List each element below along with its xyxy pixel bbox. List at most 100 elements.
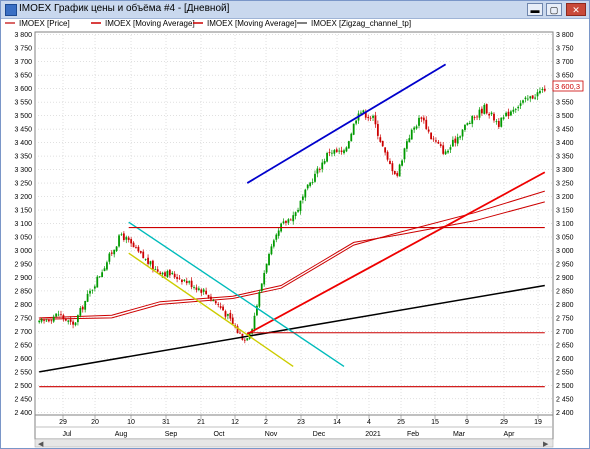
candle-body [144, 259, 147, 260]
candle-body [40, 319, 43, 322]
candle-body [161, 272, 164, 275]
y-tick-label-right: 3 250 [556, 181, 574, 188]
candle-body [415, 126, 418, 129]
candle-body [384, 147, 387, 153]
x-month-label: Oct [214, 431, 225, 438]
y-tick-label-left: 2 400 [14, 410, 32, 417]
candle-body [282, 221, 285, 224]
y-tick-label-left: 2 500 [14, 383, 32, 390]
minimize-button[interactable]: ▬ [527, 3, 543, 16]
candle-body [502, 117, 505, 119]
candle-body [468, 122, 471, 124]
candle-body [205, 290, 208, 295]
legend-label-zigzag: IMOEX [Zigzag_channel_tp] [311, 19, 411, 28]
candle-body [106, 262, 108, 270]
candle-body [471, 115, 474, 124]
candle-body [485, 104, 488, 114]
candle-body [478, 109, 481, 118]
y-tick-label-right: 2 650 [556, 342, 574, 349]
candle-body [265, 263, 268, 273]
y-tick-label-right: 2 750 [556, 315, 574, 322]
scroll-right-arrow[interactable]: ▶ [543, 441, 549, 448]
candle-body [57, 314, 60, 316]
candle-body [253, 315, 256, 330]
candle-body [127, 237, 130, 241]
y-tick-label-right: 2 900 [556, 275, 574, 282]
candle-body [360, 112, 362, 114]
y-tick-label-left: 3 000 [14, 248, 32, 255]
candle-body [77, 315, 79, 323]
candle-body [408, 138, 411, 143]
candle-body [149, 261, 152, 265]
price-chart[interactable]: IMOEX [Price] IMOEX [Moving Average] IMO… [1, 19, 589, 448]
candle-body [263, 272, 266, 285]
candle-body [89, 290, 91, 294]
y-tick-label-right: 3 650 [556, 73, 574, 80]
y-tick-label-left: 3 750 [14, 46, 32, 53]
candle-body [260, 283, 263, 292]
candle-body [316, 168, 319, 174]
x-day-label: 23 [297, 419, 305, 426]
candle-body [461, 129, 464, 137]
candle-body [386, 151, 389, 160]
candle-body [168, 269, 171, 276]
candle-body [164, 272, 166, 277]
candle-body [444, 151, 447, 155]
candle-body [372, 115, 374, 118]
candle-body [115, 246, 118, 252]
candle-body [451, 139, 454, 147]
x-day-label: 15 [431, 419, 439, 426]
y-tick-label-right: 3 000 [556, 248, 574, 255]
candle-body [84, 301, 87, 310]
candle-body [347, 141, 350, 149]
candle-body [524, 97, 527, 100]
candle-body [490, 112, 493, 115]
candle-body [398, 164, 401, 177]
candle-body [212, 300, 215, 302]
candle-body [301, 196, 304, 200]
horizontal-scrollbar[interactable] [34, 438, 554, 448]
maximize-button[interactable]: ▢ [546, 3, 562, 16]
candle-body [156, 269, 159, 272]
scroll-left-arrow[interactable]: ◀ [38, 441, 44, 448]
candle-body [396, 173, 399, 176]
x-month-label: Dec [313, 431, 326, 438]
candle-body [333, 150, 336, 154]
y-tick-label-left: 2 450 [14, 396, 32, 403]
candle-body [195, 287, 198, 290]
candle-body [60, 314, 62, 316]
candle-body [79, 307, 82, 316]
candle-body [526, 98, 529, 100]
candle-body [50, 320, 53, 322]
y-tick-label-left: 2 700 [14, 329, 32, 336]
candle-body [239, 332, 241, 334]
candle-body [439, 144, 442, 146]
candle-body [442, 145, 445, 154]
x-day-label: 20 [91, 419, 99, 426]
y-tick-label-left: 3 300 [14, 167, 32, 174]
candle-body [270, 246, 273, 255]
candle-body [277, 230, 280, 236]
x-month-label: Mar [453, 431, 466, 438]
candle-body [321, 162, 324, 170]
y-tick-label-right: 3 400 [556, 140, 574, 147]
title-bar[interactable]: IMOEX График цены и объёма #4 - [Дневной… [1, 1, 589, 19]
candle-body [258, 292, 261, 307]
candle-body [328, 151, 331, 153]
candle-body [488, 113, 491, 116]
candle-body [476, 116, 478, 118]
candle-body [422, 117, 425, 121]
candle-body [406, 141, 408, 149]
close-button[interactable]: ✕ [566, 3, 586, 16]
y-axis-left: 3 800 3 750 3 700 3 650 3 600 3 550 3 500 3 450… [14, 32, 32, 417]
candle-body [193, 287, 195, 288]
candle-body [403, 148, 406, 160]
candle-body [314, 173, 316, 182]
candle-body [103, 268, 106, 272]
candle-body [311, 182, 314, 184]
y-tick-label-right: 2 550 [556, 369, 574, 376]
x-day-label: 14 [333, 419, 341, 426]
candle-body [391, 163, 394, 172]
candle-body [122, 233, 125, 240]
candle-body [197, 288, 200, 290]
